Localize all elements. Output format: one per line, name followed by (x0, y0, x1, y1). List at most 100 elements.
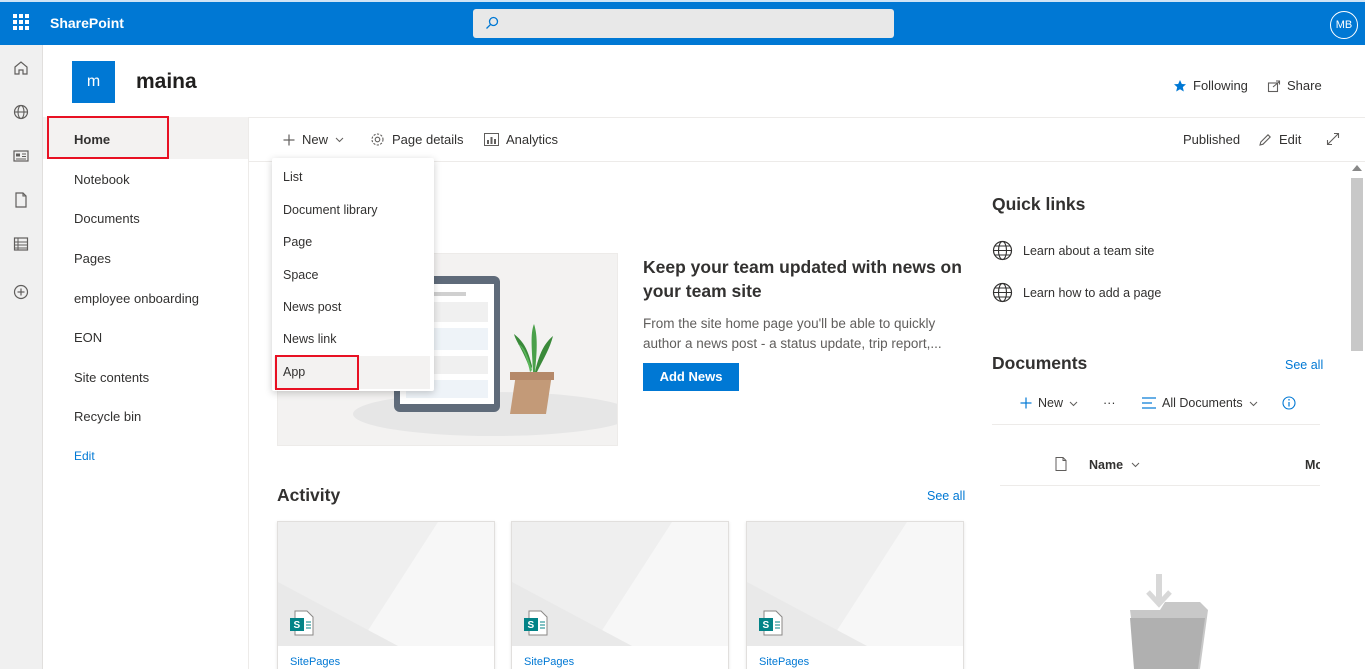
menu-item-document-library[interactable]: Document library (283, 203, 377, 217)
page-details-label: Page details (392, 132, 464, 147)
app-launcher-icon[interactable] (13, 14, 29, 30)
column-header-name[interactable]: Name (1089, 458, 1140, 472)
add-news-button[interactable]: Add News (643, 363, 739, 391)
brand-name[interactable]: SharePoint (50, 15, 124, 31)
menu-item-page[interactable]: Page (283, 235, 312, 249)
news-heading: Keep your team updated with news on your… (643, 257, 962, 301)
list-icon[interactable] (12, 235, 30, 253)
home-icon[interactable] (12, 59, 30, 77)
menu-item-news-post[interactable]: News post (283, 300, 341, 314)
card-source-label[interactable]: SitePages (759, 656, 809, 668)
column-name-label: Name (1089, 458, 1124, 472)
star-icon (1174, 79, 1186, 91)
empty-folder-illustration (1130, 574, 1208, 669)
new-button[interactable]: New (283, 132, 344, 147)
activity-card[interactable]: S SitePages (277, 521, 495, 669)
plus-icon (1020, 397, 1032, 409)
nav-item-eon[interactable]: EON (74, 330, 102, 345)
nav-item-documents[interactable]: Documents (74, 211, 140, 226)
analytics-button[interactable]: Analytics (484, 132, 558, 147)
quick-link-item[interactable]: Learn how to add a page (992, 282, 1161, 303)
following-button[interactable]: Following (1173, 78, 1248, 93)
search-input[interactable] (509, 13, 879, 33)
search-box[interactable] (473, 9, 894, 38)
menu-item-space[interactable]: Space (283, 268, 318, 282)
nav-item-employee-onboarding[interactable]: employee onboarding (74, 291, 199, 306)
site-logo[interactable]: m (72, 61, 115, 103)
published-status: Published (1183, 132, 1240, 147)
search-icon (486, 16, 499, 29)
chevron-down-icon (1249, 401, 1257, 406)
user-avatar[interactable]: MB (1330, 11, 1358, 39)
share-label: Share (1287, 78, 1322, 93)
view-switcher[interactable]: All Documents (1142, 396, 1258, 410)
nav-item-notebook[interactable]: Notebook (74, 172, 130, 187)
globe-icon (992, 282, 1013, 303)
app-bar (0, 45, 43, 669)
news-icon[interactable] (12, 147, 30, 165)
share-button[interactable]: Share (1267, 78, 1322, 93)
globe-icon[interactable] (12, 103, 30, 121)
gear-icon (371, 133, 384, 146)
analytics-label: Analytics (506, 132, 559, 147)
sharepoint-page-icon: S (759, 610, 783, 636)
sharepoint-page-icon: S (290, 610, 314, 636)
documents-new-button[interactable]: New (1020, 396, 1078, 410)
scroll-up-arrow-icon[interactable] (1352, 165, 1362, 171)
documents-see-all-link[interactable]: See all (1285, 358, 1323, 372)
site-title[interactable]: maina (136, 70, 197, 94)
pencil-icon (1259, 133, 1271, 146)
menu-item-list[interactable]: List (283, 170, 302, 184)
share-icon (1267, 79, 1281, 92)
activity-see-all-link[interactable]: See all (927, 489, 965, 503)
nav-item-recycle-bin[interactable]: Recycle bin (74, 409, 141, 424)
activity-heading: Activity (277, 485, 341, 505)
view-label: All Documents (1162, 396, 1243, 410)
scrollbar-thumb[interactable] (1351, 178, 1363, 351)
edit-label: Edit (1279, 132, 1302, 147)
card-thumbnail: S (747, 522, 963, 646)
menu-item-news-link[interactable]: News link (283, 332, 337, 346)
nav-item-pages[interactable]: Pages (74, 251, 111, 266)
info-icon (1282, 396, 1296, 410)
svg-text:S: S (528, 620, 535, 631)
quick-link-item[interactable]: Learn about a team site (992, 240, 1154, 261)
list-view-icon (1142, 397, 1156, 409)
card-source-label[interactable]: SitePages (524, 656, 574, 668)
file-icon[interactable] (12, 191, 30, 209)
info-button[interactable] (1282, 396, 1296, 410)
chevron-down-icon (1131, 462, 1139, 468)
new-label: New (302, 132, 329, 147)
activity-card[interactable]: S SitePages (511, 521, 729, 669)
highlight-box-home (47, 116, 169, 159)
divider (992, 424, 1320, 425)
page-details-button[interactable]: Page details (370, 132, 464, 147)
highlight-box-app (275, 355, 359, 390)
card-source-label[interactable]: SitePages (290, 656, 340, 668)
nav-item-site-contents[interactable]: Site contents (74, 370, 149, 385)
documents-new-label: New (1038, 396, 1064, 410)
nav-edit-link[interactable]: Edit (74, 449, 95, 463)
more-options-button[interactable]: ··· (1103, 396, 1116, 410)
published-label: Published (1183, 132, 1241, 147)
file-type-icon[interactable] (1055, 457, 1067, 471)
edit-page-button[interactable]: Edit (1258, 132, 1301, 147)
more-icon: ··· (1103, 396, 1116, 410)
chevron-down-icon (335, 137, 344, 143)
news-description: From the site home page you'll be able t… (643, 316, 942, 351)
activity-card[interactable]: S SitePages (746, 521, 964, 669)
analytics-icon (484, 133, 499, 146)
command-bar: New Page details Analytics Published Edi… (249, 117, 1365, 162)
card-thumbnail: S (512, 522, 728, 646)
card-thumbnail: S (278, 522, 494, 646)
globe-icon (992, 240, 1013, 261)
add-circle-icon[interactable] (12, 283, 30, 301)
following-label: Following (1193, 78, 1248, 93)
divider (1000, 485, 1320, 486)
column-header-modified[interactable]: Mo (1305, 458, 1320, 472)
suite-bar: SharePoint MB (0, 0, 1365, 45)
expand-button[interactable] (1326, 132, 1340, 146)
chevron-down-icon (1069, 401, 1078, 406)
plus-icon (283, 134, 295, 145)
quick-links-heading: Quick links (992, 194, 1086, 214)
